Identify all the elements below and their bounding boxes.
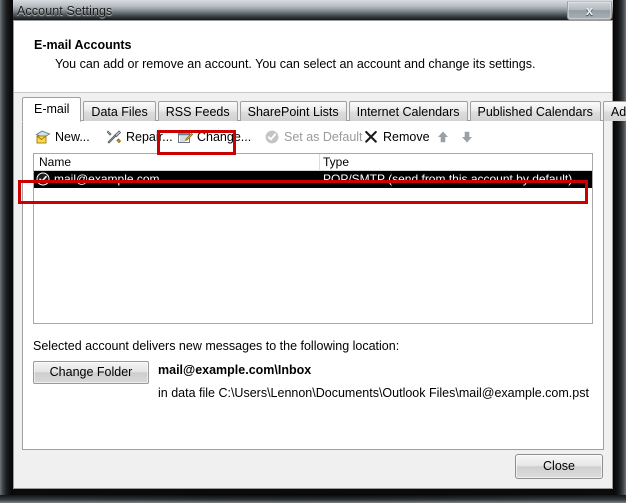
account-type-cell: POP/SMTP (send from this account by defa… [323,172,573,186]
new-account-button[interactable]: New... [35,126,90,147]
repair-account-label: Repair... [126,129,173,144]
delivery-data-file-path: in data file C:\Users\Lennon\Documents\O… [158,386,589,400]
repair-account-button[interactable]: Repair... [106,126,173,147]
account-settings-window: Account Settings x E-mail Accounts You c… [0,0,626,503]
dialog-body: E-mail Accounts You can add or remove an… [13,20,626,489]
arrow-down-icon [459,129,475,145]
column-header-name[interactable]: Name [39,155,71,169]
column-header-type[interactable]: Type [323,155,349,169]
page-subtitle: You can add or remove an account. You ca… [55,57,536,71]
account-list[interactable]: Name Type mail@example.com POP/SMTP (sen… [33,153,593,324]
wrench-screwdriver-icon [106,129,122,145]
tab-sharepoint-lists[interactable]: SharePoint Lists [239,101,347,121]
set-as-default-label: Set as Default [284,129,363,144]
table-row[interactable]: mail@example.com POP/SMTP (send from thi… [34,171,592,188]
move-up-button[interactable] [435,126,451,147]
window-drop-shadow [18,494,608,503]
tab-address-books[interactable]: Address Books [602,101,626,121]
column-divider[interactable] [319,154,320,170]
email-tab-page: New... Repair... Change... Set as Defaul… [22,120,604,450]
dialog-header: E-mail Accounts You can add or remove an… [14,21,612,93]
tab-rss-feeds[interactable]: RSS Feeds [157,101,238,121]
change-account-label: Change... [197,129,252,144]
window-title: Account Settings [17,4,113,18]
change-account-icon [177,129,194,145]
check-circle-icon [264,129,280,145]
window-close-button[interactable]: x [567,1,612,20]
close-button[interactable]: Close [515,454,603,479]
window-frame-right-edge [613,0,626,497]
new-account-label: New... [55,129,90,144]
remove-account-label: Remove [383,129,430,144]
tab-strip: E-mail Data Files RSS Feeds SharePoint L… [22,97,626,122]
set-as-default-button[interactable]: Set as Default [264,126,363,147]
delivery-folder-path: mail@example.com\Inbox [158,363,312,377]
page-title: E-mail Accounts [34,38,132,52]
account-name-cell: mail@example.com [54,172,160,186]
x-mark-icon [363,129,379,145]
account-toolbar: New... Repair... Change... Set as Defaul… [23,121,603,151]
new-mail-icon [35,129,51,145]
account-list-header: Name Type [34,154,592,171]
arrow-up-icon [435,129,451,145]
tab-data-files[interactable]: Data Files [83,101,156,121]
tab-internet-calendars[interactable]: Internet Calendars [348,101,468,121]
tab-published-calendars[interactable]: Published Calendars [469,101,601,121]
change-account-button[interactable]: Change... [177,126,251,147]
window-frame-left-edge [0,0,13,497]
remove-account-button[interactable]: Remove [363,126,430,147]
default-account-check-icon [36,172,50,186]
move-down-button[interactable] [459,126,475,147]
tab-email[interactable]: E-mail [22,97,82,122]
delivery-location-label: Selected account delivers new messages t… [33,339,400,353]
close-x-icon: x [585,3,594,18]
change-folder-button[interactable]: Change Folder [33,361,149,384]
